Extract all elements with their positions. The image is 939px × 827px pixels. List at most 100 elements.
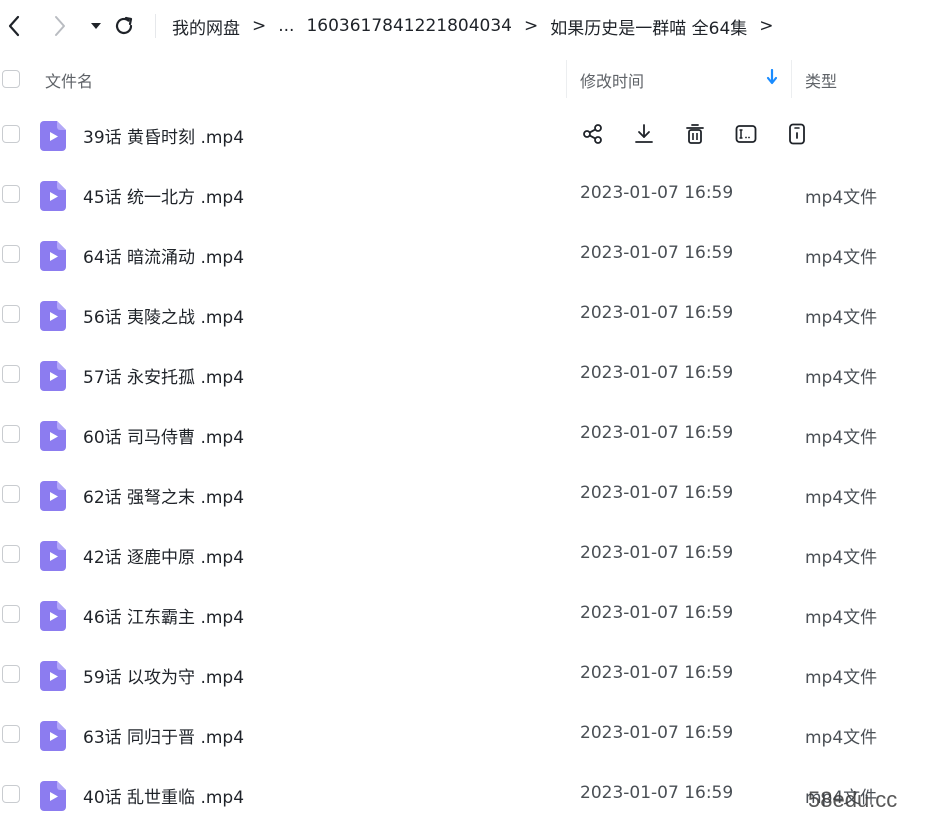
file-modified-time: 2023-01-07 16:59 <box>580 603 734 623</box>
breadcrumb-item-ellipsis[interactable]: ... <box>278 16 294 36</box>
nav-divider <box>155 14 156 38</box>
file-row[interactable]: 42话 逐鹿中原 .mp4 2023-01-07 16:59 mp4文件 <box>0 524 939 584</box>
refresh-button[interactable] <box>110 12 138 40</box>
breadcrumb-item-my-drive[interactable]: 我的网盘 <box>172 14 240 39</box>
video-file-icon <box>40 541 66 571</box>
file-modified-time: 2023-01-07 16:59 <box>580 423 734 443</box>
rename-icon[interactable] <box>733 121 759 147</box>
refresh-icon <box>115 16 133 35</box>
file-type: mp4文件 <box>805 548 878 568</box>
details-icon[interactable] <box>784 121 810 147</box>
column-header-modified[interactable]: 修改时间 <box>580 68 644 92</box>
video-file-icon <box>40 481 66 511</box>
video-file-icon <box>40 661 66 691</box>
delete-icon[interactable] <box>682 121 708 147</box>
file-row[interactable]: 40话 乱世重临 .mp4 2023-01-07 16:59 mp4文件 <box>0 764 939 824</box>
file-type: mp4文件 <box>805 488 878 508</box>
file-name[interactable]: 64话 暗流涌动 .mp4 <box>83 243 244 268</box>
select-all-checkbox[interactable] <box>2 70 20 88</box>
file-row[interactable]: 45话 统一北方 .mp4 2023-01-07 16:59 mp4文件 <box>0 164 939 224</box>
video-file-icon <box>40 601 66 631</box>
file-modified-time: 2023-01-07 16:59 <box>580 783 734 803</box>
column-divider <box>791 60 792 98</box>
video-file-icon <box>40 121 66 151</box>
back-button[interactable] <box>0 12 28 40</box>
video-file-icon <box>40 421 66 451</box>
video-file-icon <box>40 241 66 271</box>
row-checkbox[interactable] <box>2 305 20 323</box>
breadcrumb-separator: > <box>523 16 539 36</box>
file-modified-time: 2023-01-07 16:59 <box>580 483 734 503</box>
file-type: mp4文件 <box>805 368 878 388</box>
download-icon[interactable] <box>631 121 657 147</box>
breadcrumb-item-current-folder[interactable]: 如果历史是一群喵 全64集 <box>550 14 747 39</box>
file-name[interactable]: 39话 黄昏时刻 .mp4 <box>83 123 244 148</box>
file-row[interactable]: 56话 夷陵之战 .mp4 2023-01-07 16:59 mp4文件 <box>0 284 939 344</box>
file-modified-time: 2023-01-07 16:59 <box>580 243 734 263</box>
file-modified-time: 2023-01-07 16:59 <box>580 183 734 203</box>
file-type: mp4文件 <box>805 188 878 208</box>
file-name[interactable]: 63话 同归于晋 .mp4 <box>83 723 244 748</box>
caret-down-icon <box>91 23 101 29</box>
row-checkbox[interactable] <box>2 245 20 263</box>
breadcrumb-separator: > <box>252 16 267 36</box>
file-modified-time: 2023-01-07 16:59 <box>580 303 734 323</box>
file-row[interactable]: 60话 司马侍曹 .mp4 2023-01-07 16:59 mp4文件 <box>0 404 939 464</box>
file-row[interactable]: 57话 永安托孤 .mp4 2023-01-07 16:59 mp4文件 <box>0 344 939 404</box>
row-checkbox[interactable] <box>2 425 20 443</box>
file-name[interactable]: 40话 乱世重临 .mp4 <box>83 783 244 808</box>
file-type: mp4文件 <box>805 428 878 448</box>
file-row[interactable]: 63话 同归于晋 .mp4 2023-01-07 16:59 mp4文件 <box>0 704 939 764</box>
file-type: mp4文件 <box>805 248 878 268</box>
file-modified-time: 2023-01-07 16:59 <box>580 723 734 743</box>
file-type: mp4文件 <box>805 728 878 748</box>
chevron-left-icon <box>8 15 20 37</box>
column-header-name[interactable]: 文件名 <box>45 68 93 92</box>
breadcrumb: 我的网盘 > ... 1603617841221804034 > 如果历史是一群… <box>172 14 786 39</box>
history-dropdown-button[interactable] <box>82 12 110 40</box>
row-checkbox[interactable] <box>2 725 20 743</box>
file-name[interactable]: 60话 司马侍曹 .mp4 <box>83 423 244 448</box>
file-list-header: 文件名 修改时间 类型 <box>0 52 939 104</box>
breadcrumb-item-folder-id[interactable]: 1603617841221804034 <box>306 16 512 36</box>
navigation-bar: 我的网盘 > ... 1603617841221804034 > 如果历史是一群… <box>0 0 939 52</box>
file-modified-time: 2023-01-07 16:59 <box>580 663 734 683</box>
file-type: mp4文件 <box>805 308 878 328</box>
video-file-icon <box>40 781 66 811</box>
video-file-icon <box>40 181 66 211</box>
file-type: mp4文件 <box>805 608 878 628</box>
file-row[interactable]: 59话 以攻为守 .mp4 2023-01-07 16:59 mp4文件 <box>0 644 939 704</box>
row-checkbox[interactable] <box>2 545 20 563</box>
row-checkbox[interactable] <box>2 125 20 143</box>
file-row[interactable]: 64话 暗流涌动 .mp4 2023-01-07 16:59 mp4文件 <box>0 224 939 284</box>
watermark: 58edu.cc <box>808 787 898 812</box>
file-row[interactable]: 46话 江东霸主 .mp4 2023-01-07 16:59 mp4文件 <box>0 584 939 644</box>
file-name[interactable]: 45话 统一北方 .mp4 <box>83 183 244 208</box>
file-name[interactable]: 46话 江东霸主 .mp4 <box>83 603 244 628</box>
file-row[interactable]: 62话 强弩之末 .mp4 2023-01-07 16:59 mp4文件 <box>0 464 939 524</box>
file-name[interactable]: 42话 逐鹿中原 .mp4 <box>83 543 244 568</box>
file-name[interactable]: 56话 夷陵之战 .mp4 <box>83 303 244 328</box>
file-name[interactable]: 57话 永安托孤 .mp4 <box>83 363 244 388</box>
file-name[interactable]: 59话 以攻为守 .mp4 <box>83 663 244 688</box>
column-divider <box>566 60 567 98</box>
column-header-type[interactable]: 类型 <box>805 68 837 92</box>
forward-button[interactable] <box>46 12 74 40</box>
video-file-icon <box>40 301 66 331</box>
file-modified-time: 2023-01-07 16:59 <box>580 543 734 563</box>
file-row[interactable]: 39话 黄昏时刻 .mp4 <box>0 104 939 164</box>
sort-descending-icon[interactable] <box>766 68 778 89</box>
file-modified-time: 2023-01-07 16:59 <box>580 363 734 383</box>
video-file-icon <box>40 721 66 751</box>
row-checkbox[interactable] <box>2 785 20 803</box>
file-type: mp4文件 <box>805 668 878 688</box>
row-checkbox[interactable] <box>2 665 20 683</box>
file-name[interactable]: 62话 强弩之末 .mp4 <box>83 483 244 508</box>
breadcrumb-separator: > <box>759 16 774 36</box>
row-action-toolbar <box>580 121 835 147</box>
share-icon[interactable] <box>580 121 606 147</box>
row-checkbox[interactable] <box>2 365 20 383</box>
row-checkbox[interactable] <box>2 605 20 623</box>
row-checkbox[interactable] <box>2 485 20 503</box>
row-checkbox[interactable] <box>2 185 20 203</box>
